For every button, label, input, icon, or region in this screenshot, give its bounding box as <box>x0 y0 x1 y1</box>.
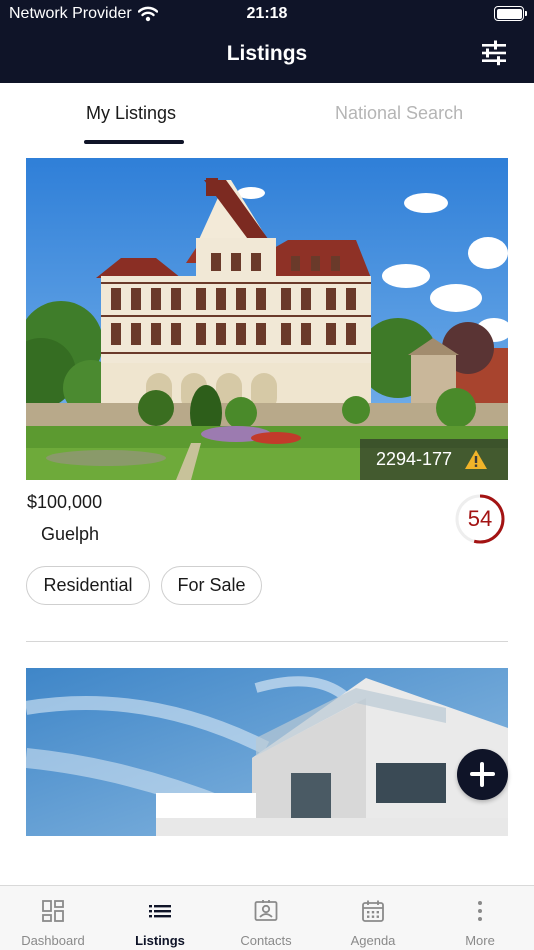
house-photo <box>26 158 508 480</box>
nav-bar: Network Provider 21:18 Listings <box>0 0 534 83</box>
battery-icon <box>494 6 527 21</box>
tab-bar-agenda[interactable]: Agenda <box>320 886 426 950</box>
modern-house-photo <box>26 668 508 836</box>
tab-bar-listings[interactable]: Listings <box>107 886 213 950</box>
dashboard-icon <box>42 900 64 922</box>
mls-badge: 2294-177 <box>360 439 508 480</box>
status-bar: Network Provider 21:18 <box>0 0 534 28</box>
tab-bar-label: Dashboard <box>21 933 85 948</box>
listing-divider <box>26 641 508 642</box>
active-tab-indicator <box>84 140 184 144</box>
tab-bar-dashboard[interactable]: Dashboard <box>0 886 106 950</box>
add-listing-button[interactable] <box>457 749 508 800</box>
tab-national-search[interactable]: National Search <box>335 103 463 124</box>
tab-bar-contacts[interactable]: Contacts <box>213 886 319 950</box>
listing-city: Guelph <box>41 524 100 544</box>
listing-price: $100,000 <box>27 492 103 512</box>
tag-chip[interactable]: For Sale <box>161 566 262 605</box>
tab-bar-label: Agenda <box>350 933 396 948</box>
tab-bar-label: Contacts <box>240 933 292 948</box>
listing-photo[interactable] <box>26 668 508 836</box>
listing-photo[interactable]: 2294-177 <box>26 158 508 480</box>
tab-my-listings[interactable]: My Listings <box>86 103 176 124</box>
page-title: Listings <box>226 42 308 65</box>
listing-score[interactable]: 54 <box>453 492 507 546</box>
score-value: 54 <box>467 506 493 531</box>
tab-bar: Dashboard Listings Contacts Agenda More <box>0 885 534 950</box>
listing-tabs: My Listings National Search <box>0 83 534 145</box>
tag-chip[interactable]: Residential <box>26 566 150 605</box>
warning-icon <box>465 450 488 469</box>
tab-bar-label: Listings <box>135 933 185 948</box>
list-icon <box>149 905 171 918</box>
sliders-icon[interactable] <box>480 40 508 66</box>
tab-bar-more[interactable]: More <box>427 886 533 950</box>
clock: 21:18 <box>246 5 288 22</box>
mls-number: 2294-177 <box>376 449 453 469</box>
calendar-icon <box>362 900 384 922</box>
more-vertical-icon <box>478 901 482 921</box>
tab-bar-label: More <box>465 933 495 948</box>
contact-card-icon <box>254 900 278 921</box>
